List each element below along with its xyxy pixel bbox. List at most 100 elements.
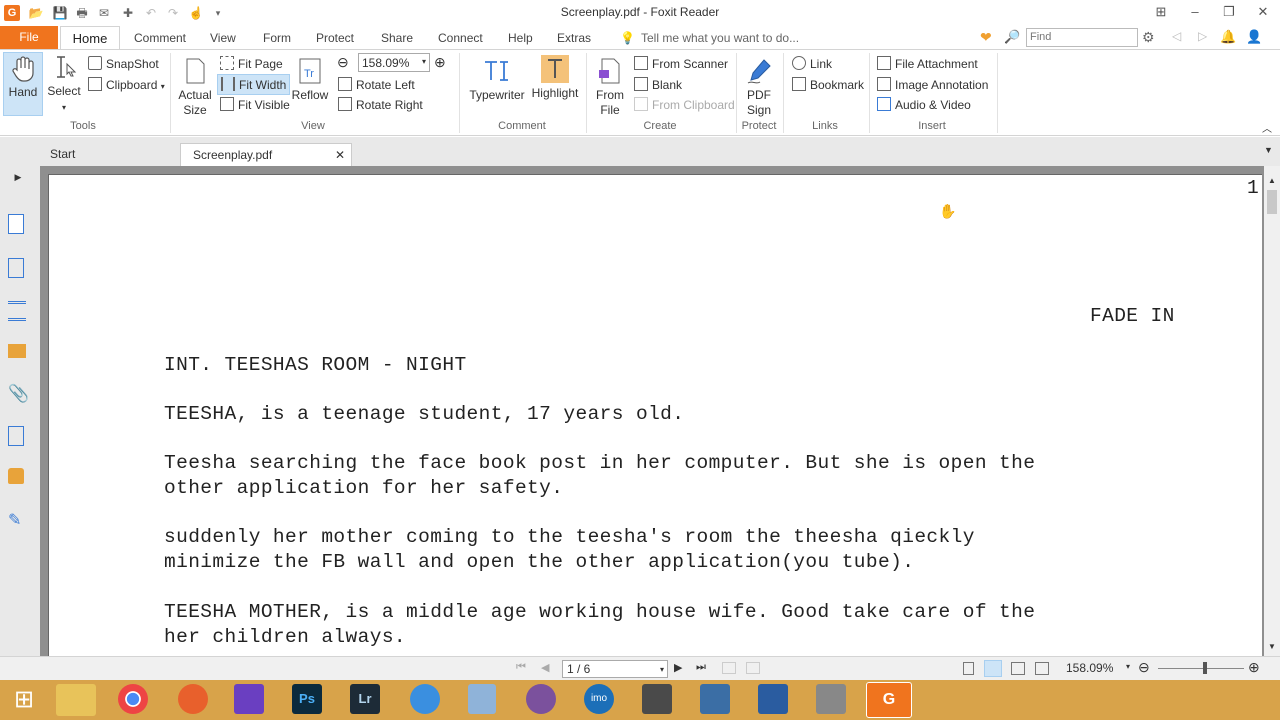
scroll-thumb[interactable]	[1267, 190, 1277, 214]
next-view-icon[interactable]	[746, 662, 760, 674]
fit-width-button[interactable]: Fit Width	[217, 74, 291, 95]
vertical-scrollbar[interactable]: ▲ ▼	[1264, 166, 1280, 656]
comments-icon[interactable]	[8, 344, 26, 358]
highlight-button[interactable]: Highlight	[530, 54, 580, 101]
tab-screenplay[interactable]: Screenplay.pdf ✕	[180, 143, 352, 166]
user-icon[interactable]: 👤	[1246, 29, 1262, 45]
snapshot-button[interactable]: SnapShot	[88, 56, 159, 71]
from-file-button[interactable]: From File	[592, 56, 628, 118]
clipboard-button[interactable]: Clipboard ▾	[88, 77, 165, 92]
viber-icon[interactable]	[526, 684, 556, 714]
notification-bell-icon[interactable]: 🔔	[1220, 29, 1236, 45]
single-page-icon[interactable]	[963, 662, 974, 675]
chrome-icon[interactable]	[118, 684, 148, 714]
link-button[interactable]: Link	[792, 56, 832, 71]
zoom-slider-thumb[interactable]	[1203, 662, 1207, 674]
attachment-icon[interactable]: 📎	[8, 384, 29, 404]
stack-icon[interactable]	[8, 301, 26, 321]
page-number-input[interactable]: 1 / 6 ▾	[562, 660, 668, 678]
document-viewer[interactable]: 1 FADE IN INT. TEESHAS ROOM - NIGHT TEES…	[40, 166, 1264, 664]
previous-page-icon[interactable]: ◀	[541, 661, 549, 674]
status-zoom-out-icon[interactable]: ⊖	[1138, 659, 1150, 676]
zoom-slider[interactable]	[1158, 668, 1244, 669]
continuous-page-icon[interactable]	[984, 660, 1002, 677]
zoom-in-button[interactable]: ⊕	[434, 54, 446, 71]
bookmark-button[interactable]: Bookmark	[792, 77, 864, 92]
tab-file[interactable]: File	[0, 26, 58, 49]
lightroom-icon[interactable]: Lr	[350, 684, 380, 714]
last-page-icon[interactable]: ⏭	[696, 661, 706, 674]
tab-home[interactable]: Home	[60, 26, 120, 50]
hand-tool-button[interactable]: Hand	[3, 52, 43, 116]
scroll-up-icon[interactable]: ▲	[1268, 176, 1276, 185]
file-explorer-icon[interactable]	[56, 684, 96, 716]
rotate-right-button[interactable]: Rotate Right	[338, 97, 423, 112]
settings-gear-icon[interactable]: ⚙	[1142, 29, 1155, 46]
app-icon[interactable]	[642, 684, 672, 714]
close-tab-icon[interactable]: ✕	[335, 144, 345, 166]
collapse-ribbon-icon[interactable]: ︿	[1262, 120, 1272, 135]
tab-comment[interactable]: Comment	[134, 31, 186, 45]
typewriter-button[interactable]: Typewriter	[466, 56, 528, 103]
image-annotation-button[interactable]: Image Annotation	[877, 77, 988, 92]
reflow-button[interactable]: Tr Reflow	[291, 56, 329, 103]
from-clipboard-button[interactable]: From Clipboard	[634, 97, 735, 112]
close-button[interactable]: ✕	[1246, 0, 1280, 24]
network-app-icon[interactable]	[758, 684, 788, 714]
minimize-button[interactable]: –	[1178, 0, 1212, 24]
fit-visible-button[interactable]: Fit Visible	[220, 97, 290, 112]
signature-panel-icon[interactable]	[8, 426, 24, 446]
windows-start-icon[interactable]: ⊞	[4, 684, 44, 716]
select-tool-button[interactable]: Select ▾	[44, 52, 84, 116]
tab-protect[interactable]: Protect	[316, 31, 354, 45]
tab-share[interactable]: Share	[381, 31, 413, 45]
from-scanner-button[interactable]: From Scanner	[634, 56, 728, 71]
find-folder-icon[interactable]: 🔎	[1004, 29, 1020, 45]
facing-page-icon[interactable]	[1011, 662, 1025, 675]
pages-icon[interactable]	[8, 214, 24, 234]
heart-icon[interactable]: ❤	[980, 29, 992, 46]
tool-app-icon[interactable]	[816, 684, 846, 714]
zoom-out-button[interactable]: ⊖	[337, 54, 349, 71]
nav-back-icon[interactable]: ◁	[1172, 29, 1181, 43]
scroll-down-icon[interactable]: ▼	[1268, 642, 1276, 651]
photoshop-icon[interactable]: Ps	[292, 684, 322, 714]
foxit-taskbar-icon[interactable]: G	[866, 682, 912, 718]
tab-view[interactable]: View	[210, 31, 236, 45]
tab-connect[interactable]: Connect	[438, 31, 483, 45]
expand-panel-icon[interactable]: ▶	[8, 172, 28, 192]
ribbon-options-icon[interactable]: ⊞	[1144, 0, 1178, 24]
file-attachment-button[interactable]: File Attachment	[877, 56, 978, 71]
actual-size-button[interactable]: Actual Size	[176, 56, 214, 118]
zoom-select[interactable]: 158.09% ▾	[358, 53, 430, 72]
lock-icon[interactable]	[8, 468, 24, 484]
tab-help[interactable]: Help	[508, 31, 533, 45]
blank-button[interactable]: Blank	[634, 77, 682, 92]
next-page-icon[interactable]: ▶	[674, 661, 682, 674]
find-input[interactable]: Find	[1026, 28, 1138, 47]
visual-studio-icon[interactable]	[234, 684, 264, 714]
pen-tool-icon[interactable]: ✎	[8, 510, 28, 530]
tab-extras[interactable]: Extras	[557, 31, 591, 45]
layers-icon[interactable]	[8, 258, 24, 278]
calculator-icon[interactable]	[468, 684, 496, 714]
tell-me-input[interactable]: Tell me what you want to do...	[641, 31, 799, 45]
audio-video-button[interactable]: Audio & Video	[877, 97, 971, 112]
tab-start[interactable]: Start	[38, 143, 178, 166]
fit-page-button[interactable]: Fit Page	[220, 56, 283, 71]
first-page-icon[interactable]: ⏮	[516, 661, 526, 674]
status-zoom-in-icon[interactable]: ⊕	[1248, 659, 1260, 676]
pdf-sign-button[interactable]: PDF Sign	[742, 56, 776, 118]
firefox-icon[interactable]	[178, 684, 208, 714]
rotate-left-button[interactable]: Rotate Left	[338, 77, 415, 92]
nav-forward-icon[interactable]: ▷	[1198, 29, 1207, 43]
continuous-facing-icon[interactable]	[1035, 662, 1049, 675]
camera-app-icon[interactable]	[700, 684, 730, 714]
tab-form[interactable]: Form	[263, 31, 291, 45]
tabs-dropdown-icon[interactable]: ▼	[1264, 145, 1273, 155]
sync-icon[interactable]	[410, 684, 440, 714]
previous-view-icon[interactable]	[722, 662, 736, 674]
status-zoom-value[interactable]: 158.09%	[1066, 661, 1113, 675]
maximize-button[interactable]: ❐	[1212, 0, 1246, 24]
status-zoom-dropdown-icon[interactable]: ▾	[1126, 662, 1130, 671]
